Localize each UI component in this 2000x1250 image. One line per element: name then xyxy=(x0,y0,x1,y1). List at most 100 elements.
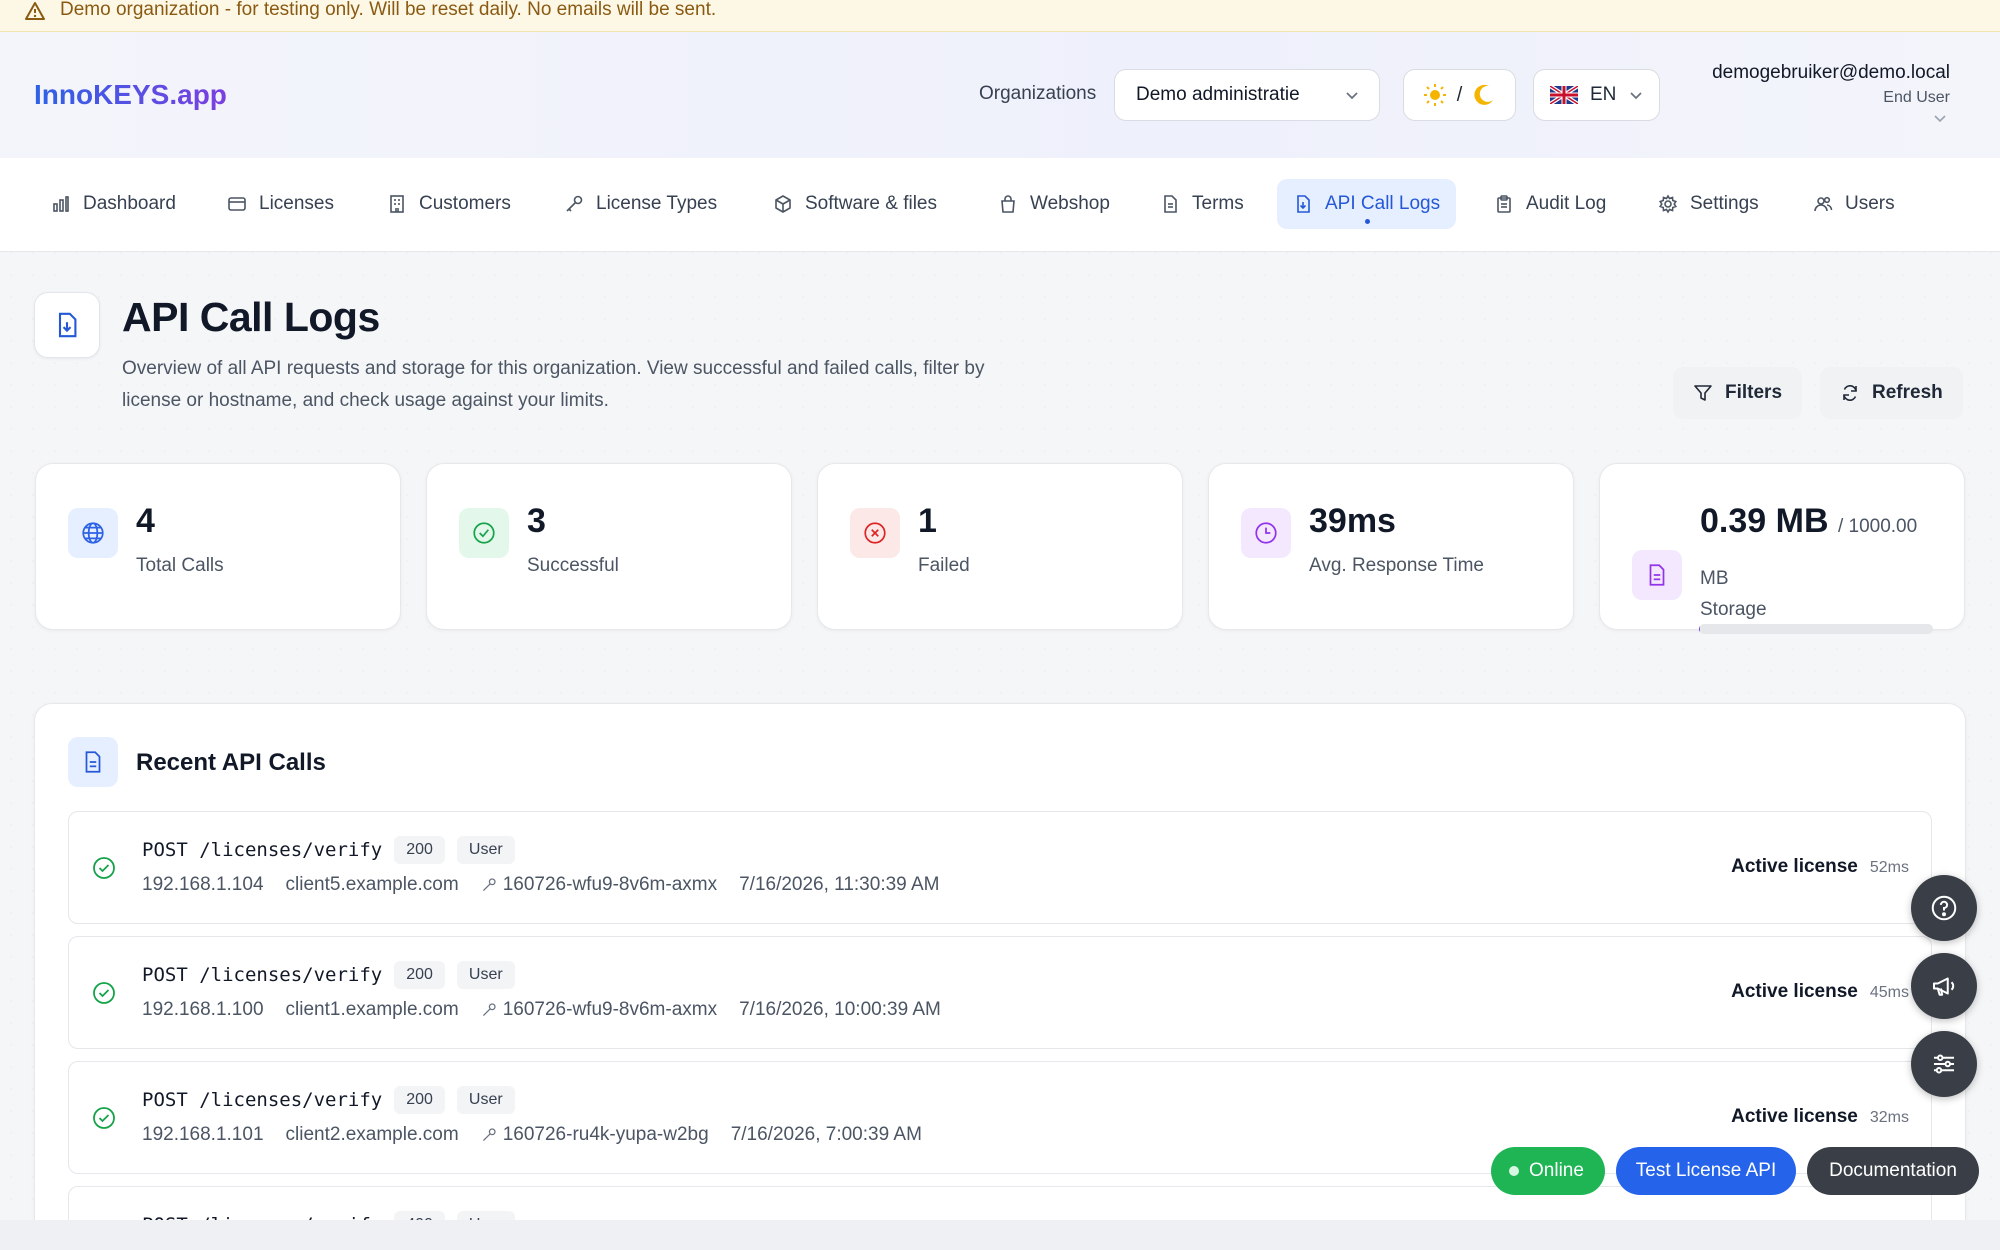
stat-failed: 1 Failed xyxy=(817,463,1183,630)
stat-label: Total Calls xyxy=(136,555,224,576)
box-icon xyxy=(775,195,791,213)
nav-license-types[interactable]: License Types xyxy=(548,179,733,229)
megaphone-icon xyxy=(1933,977,1955,996)
file-icon xyxy=(1632,550,1682,600)
status-code-badge: 200 xyxy=(394,1086,445,1114)
test-license-api-button[interactable]: Test License API xyxy=(1616,1147,1796,1195)
stat-value: 1 xyxy=(918,502,937,540)
stat-storage: 0.39 MB / 1000.00 MB Storage xyxy=(1599,463,1965,630)
main-nav: Dashboard Licenses Customers License Typ… xyxy=(0,158,2000,252)
active-indicator xyxy=(1364,219,1370,224)
result-status: Active license xyxy=(1731,981,1858,1002)
nav-webshop[interactable]: Webshop xyxy=(982,179,1126,229)
key-icon xyxy=(566,195,583,212)
page-bottom-edge xyxy=(0,1220,2000,1250)
clipboard-icon xyxy=(1497,195,1511,213)
result-status: Active license xyxy=(1731,856,1858,877)
warning-icon xyxy=(25,2,45,20)
demo-banner: Demo organization - for testing only. Wi… xyxy=(0,0,2000,32)
globe-icon xyxy=(68,508,118,558)
nav-dashboard[interactable]: Dashboard xyxy=(35,179,192,229)
nav-settings[interactable]: Settings xyxy=(1642,179,1775,229)
online-indicator xyxy=(1509,1166,1519,1176)
hostname: client2.example.com xyxy=(285,1124,459,1145)
stat-label: Failed xyxy=(918,555,970,576)
actor-badge: User xyxy=(456,836,515,864)
timestamp: 7/16/2026, 7:00:39 AM xyxy=(730,1124,922,1145)
file-download-icon xyxy=(1297,195,1310,213)
page-description: Overview of all API requests and storage… xyxy=(122,358,985,411)
response-time: 52ms xyxy=(1869,859,1909,876)
actor-badge: User xyxy=(456,961,515,989)
stat-value: 3 xyxy=(527,502,546,540)
shopping-bag-icon xyxy=(1001,195,1015,213)
hostname: client1.example.com xyxy=(285,999,459,1020)
building-icon xyxy=(390,195,404,213)
hostname: client5.example.com xyxy=(285,874,459,895)
refresh-button[interactable]: Refresh xyxy=(1820,367,1963,419)
brand-logo[interactable]: InnoKEYS.app xyxy=(34,79,227,111)
check-circle-icon xyxy=(93,982,115,1004)
app-header: InnoKEYS.app Organizations Demo administ… xyxy=(0,32,2000,158)
storage-limit: / 1000.00 xyxy=(1837,516,1918,537)
storage-unit: MB xyxy=(1700,568,1729,589)
organization-select[interactable]: Demo administratie xyxy=(1114,69,1380,121)
preferences-button[interactable] xyxy=(1911,1031,1977,1097)
nav-terms[interactable]: Terms xyxy=(1144,179,1260,229)
users-icon xyxy=(1814,196,1833,212)
user-email[interactable]: demogebruiker@demo.local xyxy=(1712,62,1950,84)
page-icon xyxy=(34,292,100,358)
license-key: 160726-wfu9-8v6m-axmx xyxy=(502,874,718,895)
timestamp: 7/16/2026, 10:00:39 AM xyxy=(739,999,941,1020)
key-icon xyxy=(482,1128,496,1142)
table-row[interactable]: POST /licenses/verify 200 User 192.168.1… xyxy=(68,811,1932,924)
sun-icon xyxy=(1423,84,1446,106)
refresh-icon xyxy=(1843,385,1857,401)
response-time: 32ms xyxy=(1869,1109,1909,1126)
page-title: API Call Logs xyxy=(122,294,380,340)
language-select[interactable]: EN xyxy=(1533,69,1660,121)
filters-button[interactable]: Filters xyxy=(1673,367,1803,419)
storage-progress-bar xyxy=(1699,624,1933,634)
banner-text: Demo organization - for testing only. Wi… xyxy=(60,0,717,20)
gear-icon xyxy=(1658,194,1678,214)
actor-badge: User xyxy=(456,1086,515,1114)
sliders-icon xyxy=(1934,1054,1954,1074)
help-button[interactable] xyxy=(1911,875,1977,941)
theme-toggle[interactable]: / xyxy=(1403,69,1516,121)
documentation-button[interactable]: Documentation xyxy=(1807,1147,1979,1195)
stat-value: 4 xyxy=(136,502,155,540)
user-menu-chevron-icon[interactable] xyxy=(1932,112,1948,126)
stat-value: 39ms xyxy=(1309,502,1396,540)
stat-label: Avg. Response Time xyxy=(1309,555,1484,576)
nav-licenses[interactable]: Licenses xyxy=(211,179,350,229)
chevron-down-icon xyxy=(1346,92,1358,100)
stat-avg-response: 39ms Avg. Response Time xyxy=(1208,463,1574,630)
organization-select-value: Demo administratie xyxy=(1136,84,1300,105)
nav-audit-log[interactable]: Audit Log xyxy=(1478,179,1622,229)
stat-total-calls: 4 Total Calls xyxy=(35,463,401,630)
stat-label: Successful xyxy=(527,555,619,576)
nav-api-call-logs[interactable]: API Call Logs xyxy=(1277,179,1457,229)
announcements-button[interactable] xyxy=(1911,953,1977,1019)
filter-icon xyxy=(1694,385,1712,401)
file-download-icon xyxy=(58,312,77,338)
user-role: End User xyxy=(1883,89,1950,106)
nav-software-files[interactable]: Software & files xyxy=(757,179,953,229)
stat-label: Storage xyxy=(1700,599,1767,620)
nav-customers[interactable]: Customers xyxy=(371,179,527,229)
stat-successful: 3 Successful xyxy=(426,463,792,630)
ip-address: 192.168.1.101 xyxy=(142,1124,264,1145)
endpoint: POST /licenses/verify xyxy=(142,1089,383,1111)
theme-separator: / xyxy=(1456,83,1463,106)
nav-users[interactable]: Users xyxy=(1797,179,1911,229)
response-time: 45ms xyxy=(1869,984,1909,1001)
license-key: 160726-wfu9-8v6m-axmx xyxy=(502,999,718,1020)
online-status-pill[interactable]: Online xyxy=(1491,1147,1605,1195)
chevron-down-icon xyxy=(1630,92,1642,100)
status-code-badge: 200 xyxy=(394,836,445,864)
check-circle-icon xyxy=(93,857,115,879)
table-row[interactable]: POST /licenses/verify 200 User 192.168.1… xyxy=(68,936,1932,1049)
result-status: Active license xyxy=(1731,1106,1858,1127)
help-icon xyxy=(1931,895,1957,921)
